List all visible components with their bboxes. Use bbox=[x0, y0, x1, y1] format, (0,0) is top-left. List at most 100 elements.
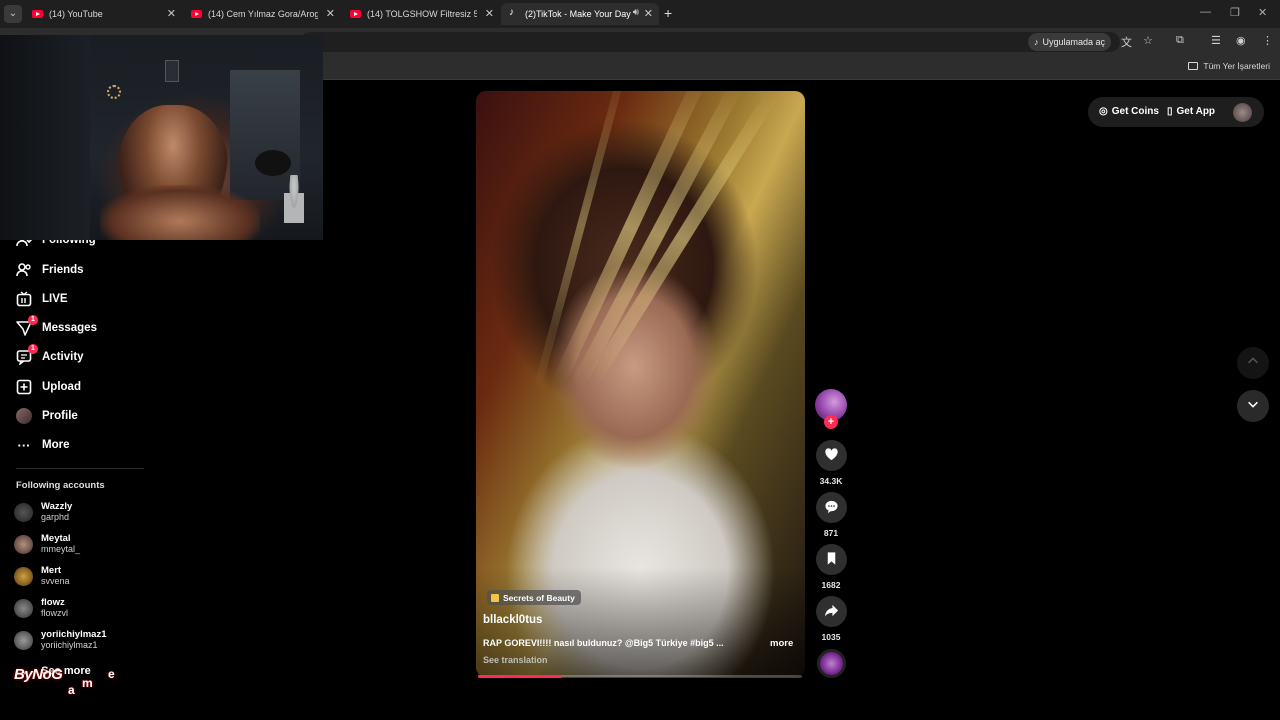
sidebar-item-label: LIVE bbox=[42, 293, 68, 305]
skeleton-figure bbox=[284, 175, 304, 235]
following-account-item[interactable]: Mert svvena bbox=[14, 565, 70, 587]
following-account-item[interactable]: Meytal mmeytal_ bbox=[14, 533, 80, 555]
open-in-app-button[interactable]: ♪ Uygulamada aç bbox=[1028, 33, 1112, 51]
bookmark-icon bbox=[824, 551, 839, 569]
save-button[interactable] bbox=[816, 544, 847, 575]
tab-title: (14) Cem Yılmaz Gora/Arog Sa bbox=[208, 9, 318, 19]
sidebar-item-label: Upload bbox=[42, 381, 81, 393]
like-button[interactable] bbox=[816, 440, 847, 471]
share-icon bbox=[824, 603, 839, 621]
comment-count: 871 bbox=[823, 528, 839, 538]
tab-title: (14) TOLGSHOW Filtresiz 5. Bö bbox=[367, 9, 477, 19]
notification-badge: 1 bbox=[28, 315, 38, 325]
avatar bbox=[14, 630, 33, 650]
close-tab-icon[interactable]: ✕ bbox=[167, 7, 176, 20]
follow-plus-icon[interactable]: + bbox=[824, 415, 838, 429]
address-bar[interactable] bbox=[300, 32, 1120, 52]
following-accounts-title: Following accounts bbox=[16, 480, 105, 491]
sun-decoration bbox=[107, 85, 121, 99]
see-translation-button[interactable]: See translation bbox=[483, 655, 548, 665]
next-video-button[interactable] bbox=[1237, 390, 1269, 422]
translate-icon[interactable]: 文 bbox=[1121, 34, 1132, 50]
youtube-icon bbox=[191, 10, 202, 18]
tiktok-icon: ♪ bbox=[1034, 37, 1039, 47]
sidebar-item-messages[interactable]: 1 Messages bbox=[16, 315, 97, 336]
sidebar-item-more[interactable]: ··· More bbox=[16, 437, 70, 453]
restore-icon[interactable]: ❐ bbox=[1230, 6, 1240, 19]
get-app-label: Get App bbox=[1176, 106, 1216, 117]
extensions-icon[interactable]: ⧉ bbox=[1176, 34, 1184, 47]
like-count: 34.3K bbox=[819, 476, 843, 486]
notification-badge: 1 bbox=[28, 344, 38, 354]
video-author[interactable]: bllackl0tus bbox=[483, 614, 542, 626]
share-button[interactable] bbox=[816, 596, 847, 627]
speaker-icon[interactable]: 🔊︎ bbox=[633, 7, 639, 18]
chevron-up-icon bbox=[1246, 354, 1260, 373]
sidebar-item-activity[interactable]: 1 Activity bbox=[16, 344, 84, 365]
menu-kebab-icon[interactable]: ⋮ bbox=[1262, 34, 1273, 47]
browser-tab[interactable]: (14) TOLGSHOW Filtresiz 5. Bö ✕ bbox=[342, 3, 500, 25]
effect-sticker[interactable]: Secrets of Beauty bbox=[487, 590, 581, 605]
new-tab-icon[interactable]: + bbox=[664, 5, 672, 21]
chevron-down-icon bbox=[1246, 397, 1260, 416]
get-app-button[interactable]: ▯ Get App bbox=[1167, 106, 1215, 117]
sidebar-item-label: More bbox=[42, 439, 70, 451]
account-name: Wazzly bbox=[41, 501, 73, 512]
browser-tab[interactable]: (14) Cem Yılmaz Gora/Arog Sa ✕ bbox=[183, 3, 341, 25]
light-stripe bbox=[571, 91, 744, 388]
all-bookmarks-button[interactable]: Tüm Yer İşaretleri bbox=[1188, 61, 1270, 71]
account-handle: yoriichiylmaz1 bbox=[41, 640, 98, 650]
streamer-logo: ByNoG bbox=[14, 666, 63, 683]
close-window-icon[interactable]: ✕ bbox=[1258, 6, 1267, 19]
video-progress-bar[interactable] bbox=[478, 675, 802, 678]
folder-icon bbox=[1188, 62, 1199, 70]
following-account-item[interactable]: yoriichiylmaz1 yoriichiylmaz1 bbox=[14, 629, 106, 651]
share-count: 1035 bbox=[821, 632, 841, 642]
close-tab-icon[interactable]: ✕ bbox=[326, 7, 335, 20]
webcam-overlay bbox=[0, 35, 323, 240]
browser-tab-active[interactable]: (2)TikTok - Make Your Day 🔊︎ ✕ bbox=[501, 3, 659, 25]
comment-button[interactable] bbox=[816, 492, 847, 523]
sidebar-item-profile[interactable]: Profile bbox=[16, 408, 78, 424]
comment-icon bbox=[824, 499, 839, 517]
light-stripe bbox=[585, 91, 778, 387]
video-caption: RAP GOREVI!!!! nasıl buldunuz? @Big5 Tür… bbox=[483, 638, 724, 648]
open-in-app-label: Uygulamada aç bbox=[1042, 37, 1106, 47]
account-name: Mert bbox=[41, 565, 62, 576]
user-avatar[interactable] bbox=[1233, 103, 1252, 122]
account-name: flowz bbox=[41, 597, 65, 608]
friends-icon bbox=[16, 262, 32, 278]
sidebar-item-label: Messages bbox=[42, 322, 97, 334]
get-coins-button[interactable]: ◎ Get Coins bbox=[1099, 106, 1159, 117]
following-account-item[interactable]: flowz flowzvl bbox=[14, 597, 68, 619]
effect-icon bbox=[491, 593, 499, 602]
close-tab-icon[interactable]: ✕ bbox=[485, 7, 494, 20]
music-disc-icon[interactable] bbox=[817, 649, 846, 678]
account-handle: svvena bbox=[41, 576, 70, 586]
close-tab-icon[interactable]: ✕ bbox=[644, 7, 653, 20]
previous-video-button[interactable] bbox=[1237, 347, 1269, 379]
more-icon: ··· bbox=[17, 437, 31, 453]
profile-avatar-icon[interactable]: ◉ bbox=[1236, 34, 1246, 47]
youtube-icon bbox=[350, 10, 361, 18]
divider bbox=[16, 468, 144, 469]
account-name: Meytal bbox=[41, 533, 71, 544]
phone-icon: ▯ bbox=[1167, 106, 1173, 117]
media-icon[interactable]: ☰ bbox=[1211, 34, 1221, 47]
following-account-item[interactable]: Wazzly garphd bbox=[14, 501, 72, 523]
activity-icon: 1 bbox=[16, 344, 38, 365]
sidebar-item-label: Activity bbox=[42, 351, 84, 363]
caption-more-button[interactable]: more bbox=[770, 638, 793, 649]
sidebar-item-live[interactable]: LIVE bbox=[16, 291, 68, 307]
logo-letter: e bbox=[108, 667, 115, 681]
minimize-icon[interactable]: — bbox=[1200, 6, 1211, 18]
coin-icon: ◎ bbox=[1099, 106, 1108, 117]
profile-icon bbox=[16, 408, 32, 424]
sidebar-item-upload[interactable]: Upload bbox=[16, 379, 81, 395]
account-handle: garphd bbox=[41, 512, 70, 522]
logo-letter: m bbox=[82, 676, 93, 690]
effect-label: Secrets of Beauty bbox=[503, 592, 575, 603]
sidebar-item-friends[interactable]: Friends bbox=[16, 262, 84, 278]
star-icon[interactable]: ☆ bbox=[1143, 34, 1153, 47]
account-handle: flowzvl bbox=[41, 608, 69, 618]
